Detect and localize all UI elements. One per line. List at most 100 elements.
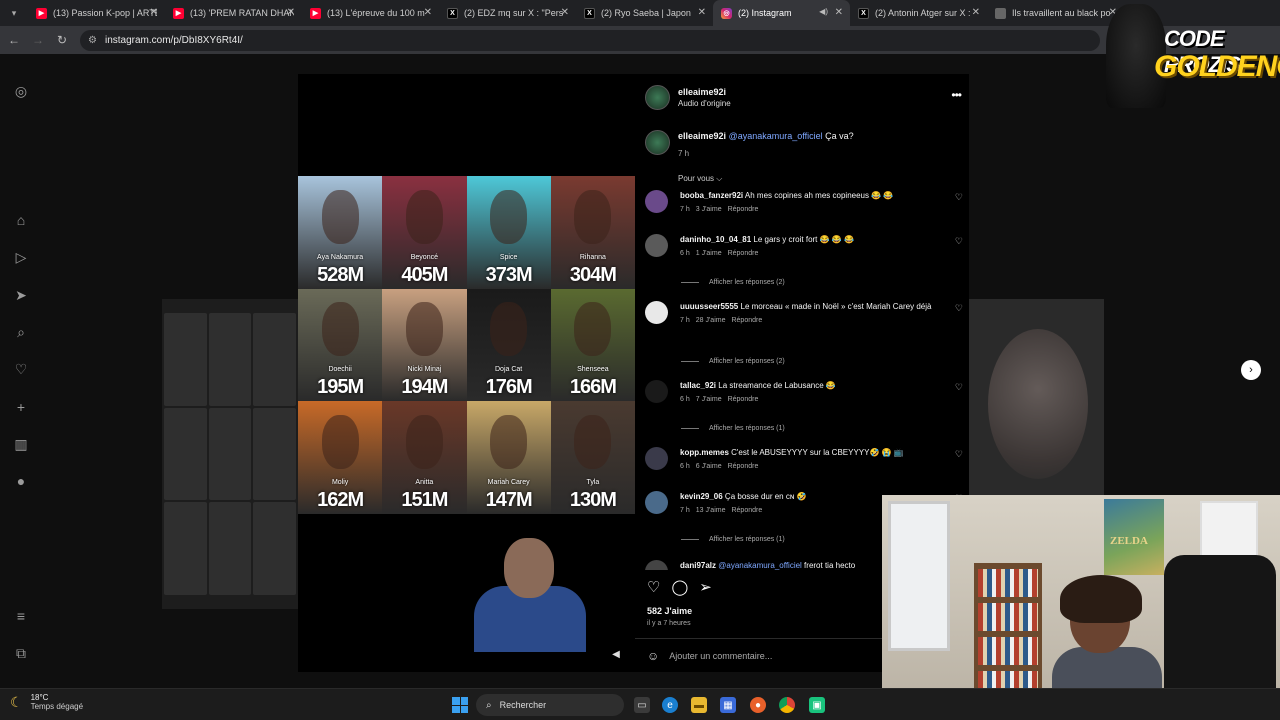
caption-username[interactable]: elleaime92i [678,131,726,141]
notifications-icon[interactable]: ♡ [12,360,30,378]
reply-button[interactable]: Répondre [728,396,759,403]
reply-button[interactable]: Répondre [728,463,759,470]
search-icon[interactable]: ⌕ [12,323,30,341]
volume-icon[interactable]: ◀ [608,646,624,662]
author-username[interactable]: elleaime92i [678,87,731,97]
tab-close-icon[interactable]: ✕ [972,7,980,18]
previous-post-preview[interactable] [162,299,298,609]
comment-avatar[interactable] [645,301,668,324]
reels-icon[interactable]: ▷ [12,248,30,266]
comment-username[interactable]: tallac_92i [680,381,716,390]
comment-likes[interactable]: 3 J'aime [696,206,722,213]
windows-start-icon[interactable] [452,697,468,713]
browser-tab[interactable]: ▶ (13) Passion K-pop | ARTE ✕ [28,0,165,26]
artist-name: Rihanna [579,253,606,261]
caption-mention[interactable]: @ayanakamura_officiel [729,131,823,141]
next-post-button[interactable]: › [1241,360,1261,380]
edge-icon[interactable]: e [662,697,678,713]
task-view-icon[interactable]: ▭ [634,697,650,713]
firefox-icon[interactable]: ● [750,697,766,713]
comment-avatar[interactable] [645,447,668,470]
profile-icon[interactable]: ● [12,472,30,490]
dashboard-icon[interactable]: ▥ [12,435,30,453]
show-replies-button[interactable]: Afficher les réponses (1) [681,425,785,432]
tab-close-icon[interactable]: ✕ [698,7,706,18]
comment-like-icon[interactable]: ♡ [955,449,963,460]
tab-close-icon[interactable]: ✕ [150,7,158,18]
messages-icon[interactable]: ➤ [12,286,30,304]
menu-icon[interactable]: ≡ [12,607,30,625]
show-replies-button[interactable]: Afficher les réponses (1) [681,536,785,543]
address-bar[interactable]: ⚙ instagram.com/p/DbI8XY6Rt4I/ [80,30,1100,51]
comment-username[interactable]: daninho_10_04_81 [680,235,751,244]
reply-button[interactable]: Répondre [731,317,762,324]
reply-button[interactable]: Répondre [728,250,759,257]
site-info-icon[interactable]: ⚙ [88,35,97,46]
tab-close-icon[interactable]: ✕ [287,7,295,18]
create-icon[interactable]: + [12,398,30,416]
artist-portrait [574,189,612,244]
forward-icon[interactable]: → [28,30,48,50]
comment-avatar[interactable] [645,234,668,257]
reply-button[interactable]: Répondre [731,507,762,514]
home-icon[interactable]: ⌂ [12,211,30,229]
reload-icon[interactable]: ↻ [52,30,72,50]
reply-button[interactable]: Répondre [728,206,759,213]
like-icon[interactable]: ♡ [647,578,660,596]
browser-tab[interactable]: ▶ (13) 'PREM RATAN DHAN ✕ [165,0,302,26]
comment-mention[interactable]: @ayanakamura_officiel [718,561,802,570]
emoji-icon[interactable]: ☺ [647,649,659,663]
browser-toolbar: ← → ↻ ⚙ instagram.com/p/DbI8XY6Rt4I/ [0,26,1280,54]
comment-likes[interactable]: 13 J'aime [696,507,726,514]
comment-username[interactable]: uuuusseer5555 [680,302,738,311]
add-comment-input[interactable]: Ajouter un commentaire... [669,651,772,661]
comment-like-icon[interactable]: ♡ [955,303,963,314]
comment-likes[interactable]: 6 J'aime [696,463,722,470]
comment-username[interactable]: kopp.memes [680,448,729,457]
comment-username[interactable]: dani97alz [680,561,716,570]
comment-like-icon[interactable]: ♡ [955,192,963,203]
back-icon[interactable]: ← [4,30,24,50]
comment-username[interactable]: booba_fanzer92i [680,191,743,200]
browser-tab[interactable]: Ils travaillent au black po ✕ [987,0,1124,26]
browser-tab[interactable]: ◎ (2) Instagram ◀) ✕ [713,0,850,26]
tab-close-icon[interactable]: ✕ [561,7,569,18]
weather-widget[interactable]: ☾ 18°C Temps dégagé [10,693,83,711]
comment-avatar[interactable] [645,491,668,514]
browser-tab[interactable]: X (2) EDZ mq sur X : "Pers ✕ [439,0,576,26]
browser-tab[interactable]: X (2) Ryo Saeba | Japon ✕ [576,0,713,26]
tab-close-icon[interactable]: ✕ [835,7,843,18]
comment-likes[interactable]: 7 J'aime [696,396,722,403]
comment-username[interactable]: kevin29_06 [680,492,723,501]
comment-like-icon[interactable]: ♡ [955,236,963,247]
instagram-logo-icon[interactable]: ◎ [12,82,30,100]
comment-avatar[interactable] [645,190,668,213]
youtube-favicon-icon: ▶ [36,7,47,19]
share-icon[interactable]: ➢ [699,578,712,596]
comment-sort-dropdown[interactable]: Pour vous ⌵ [678,174,722,184]
show-replies-button[interactable]: Afficher les réponses (2) [681,358,785,365]
more-options-icon[interactable]: ••• [951,88,962,102]
likes-count[interactable]: 582 J'aime [647,606,692,616]
app-icon[interactable]: ▣ [809,697,825,713]
tab-audio-icon[interactable]: ◀) [819,7,828,16]
browser-tab[interactable]: X (2) Antonin Atger sur X : ✕ [850,0,987,26]
store-icon[interactable]: ▦ [720,697,736,713]
show-replies-button[interactable]: Afficher les réponses (2) [681,279,785,286]
taskbar-search[interactable]: ⌕ Rechercher [476,694,624,716]
comment-avatar[interactable] [645,380,668,403]
tab-close-icon[interactable]: ✕ [424,7,432,18]
reel-video[interactable]: Aya Nakamura 528M Beyoncé 405M Spice 373M Riha… [298,74,635,672]
comment-likes[interactable]: 1 J'aime [696,250,722,257]
comment-likes[interactable]: 28 J'aime [696,317,726,324]
author-avatar[interactable] [645,84,670,110]
browser-tab[interactable]: ▶ (13) L'épreuve du 100 m ✕ [302,0,439,26]
chrome-icon[interactable] [779,697,795,713]
comment-icon[interactable]: ◯ [671,578,688,596]
comment-like-icon[interactable]: ♡ [955,382,963,393]
audio-label[interactable]: Audio d'origine [678,99,731,108]
tab-search-icon[interactable]: ▾ [6,5,22,21]
threads-icon[interactable]: ⧉ [12,644,30,662]
caption-avatar[interactable] [645,130,670,155]
file-explorer-icon[interactable]: ▬ [691,697,707,713]
